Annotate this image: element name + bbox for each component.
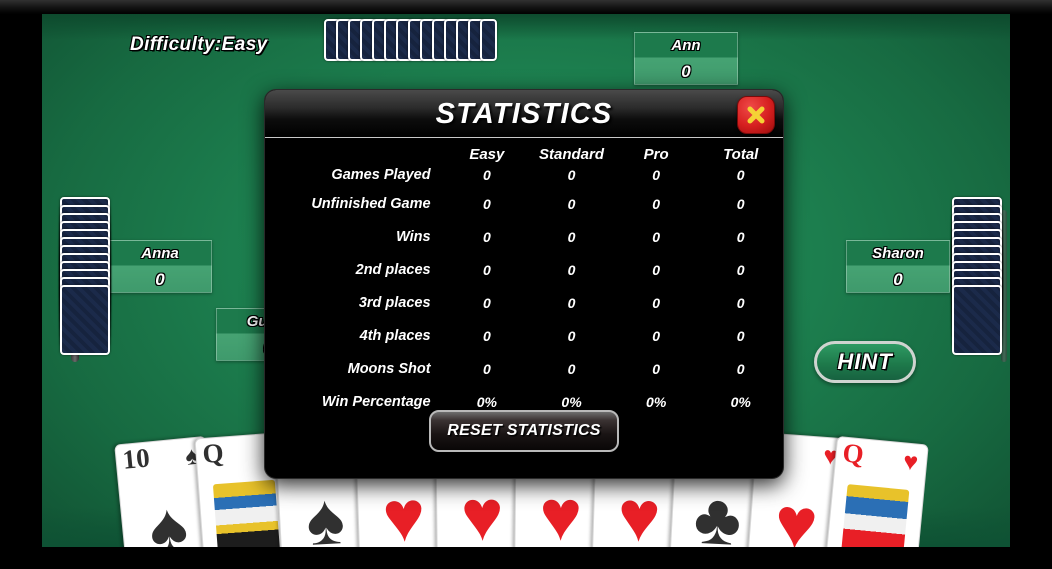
reset-statistics-button[interactable]: RESET STATISTICS: [429, 410, 619, 452]
player-score-value: 0: [893, 270, 903, 289]
statistics-table-body: Games Played 0 0 0 0 Unfinished Game 0 0 0 0 Wins 0…: [265, 163, 783, 418]
table-row: Games Played 0 0 0 0: [265, 163, 783, 187]
hint-button[interactable]: HINT: [814, 341, 916, 383]
table-cell: 0: [482, 294, 491, 311]
player-name-label: Ann: [671, 37, 701, 54]
reset-button-label: RESET STATISTICS: [447, 422, 601, 439]
table-row: 2nd places 0 0 0 0: [265, 253, 783, 286]
table-cell: 0: [567, 327, 576, 344]
player-score-value: 0: [155, 270, 165, 289]
table-cell: 0: [567, 261, 576, 278]
table-cell: 0: [567, 360, 576, 377]
playing-card[interactable]: Q ♥: [825, 435, 929, 547]
card-center-suit-icon: ♥: [616, 476, 662, 547]
dialog-titlebar: STATISTICS: [265, 90, 783, 138]
table-cell: 0: [652, 195, 661, 212]
table-cell: 0: [567, 228, 576, 245]
column-header-standard: Standard: [539, 146, 605, 163]
table-cell: 0: [652, 327, 661, 344]
table-cell: 0: [482, 327, 491, 344]
player-score-value: 0: [681, 62, 691, 81]
table-row: 4th places 0 0 0 0: [265, 319, 783, 352]
table-cell: 0: [567, 167, 576, 183]
column-header-pro: Pro: [643, 146, 669, 163]
card-back: [60, 285, 110, 355]
table-row: Wins 0 0 0 0: [265, 220, 783, 253]
table-cell: 0: [482, 261, 491, 278]
statistics-table-head: Easy Standard Pro Total: [265, 146, 783, 163]
card-center-suit-icon: ♥: [771, 482, 821, 547]
bezel-highlight: [0, 0, 1052, 14]
table-row: Unfinished Game 0 0 0 0: [265, 187, 783, 220]
card-center-suit-icon: ♣: [691, 478, 744, 547]
card-rank: Q: [841, 437, 866, 470]
table-cell: 0: [652, 167, 661, 183]
card-suit-icon: ♥: [901, 447, 920, 477]
row-label: 4th places: [359, 327, 431, 344]
close-icon[interactable]: [737, 96, 775, 134]
reset-button-container: RESET STATISTICS: [265, 410, 783, 452]
table-corner-cell: [265, 146, 445, 163]
row-label: Unfinished Game: [311, 195, 431, 212]
device-frame: Difficulty:Easy Ann 0 Anna 0 Sharon 0 Gu…: [0, 0, 1052, 569]
table-header-row: Easy Standard Pro Total: [265, 146, 783, 163]
row-label: Games Played: [331, 167, 431, 183]
column-header-total: Total: [723, 146, 759, 163]
table-cell: 0: [652, 228, 661, 245]
card-face-art: [212, 479, 282, 547]
difficulty-label: Difficulty:Easy: [130, 34, 268, 55]
table-row: 3rd places 0 0 0 0: [265, 286, 783, 319]
table-cell: 0: [736, 261, 745, 278]
table-cell: 0: [736, 195, 745, 212]
table-cell: 0: [652, 360, 661, 377]
table-cell: 0: [482, 228, 491, 245]
row-label: 3rd places: [358, 294, 431, 311]
row-label: 2nd places: [355, 261, 431, 278]
card-center-suit-icon: ♠: [145, 487, 192, 547]
column-header-easy: Easy: [469, 146, 505, 163]
right-card-stack[interactable]: [952, 197, 1002, 365]
statistics-table: Easy Standard Pro Total Games Played 0 0 0 0…: [265, 146, 783, 418]
hint-button-label: HINT: [837, 349, 893, 374]
card-center-suit-icon: ♥: [460, 475, 505, 547]
table-cell: 0: [567, 195, 576, 212]
player-score-ann: Ann 0: [634, 32, 738, 85]
table-cell: 0: [482, 167, 491, 183]
card-center-suit-icon: ♥: [538, 475, 583, 547]
table-cell: 0: [482, 195, 491, 212]
table-cell: 0: [736, 294, 745, 311]
table-cell: 0: [652, 261, 661, 278]
dialog-title: STATISTICS: [435, 98, 613, 130]
top-card-stack[interactable]: [324, 19, 574, 61]
table-cell: 0: [482, 360, 491, 377]
table-cell: 0: [736, 167, 745, 183]
table-cell: 0: [652, 294, 661, 311]
row-label: Moons Shot: [347, 360, 431, 377]
player-score-sharon: Sharon 0: [846, 240, 950, 293]
player-score-anna: Anna 0: [108, 240, 212, 293]
player-name-label: Sharon: [872, 245, 924, 262]
card-center-suit-icon: ♠: [304, 478, 347, 547]
player-name-label: Anna: [141, 245, 179, 262]
left-card-stack[interactable]: [60, 197, 110, 365]
card-back: [952, 285, 1002, 355]
statistics-dialog: STATISTICS Easy Standard Pro Total Games…: [264, 89, 784, 479]
card-back: [480, 19, 497, 61]
table-cell: 0: [736, 327, 745, 344]
table-cell: 0: [736, 228, 745, 245]
row-label: Wins: [396, 228, 431, 245]
table-cell: 0: [736, 360, 745, 377]
card-center-suit-icon: ♥: [381, 476, 427, 547]
card-face-art: [839, 484, 910, 547]
card-rank: 10: [121, 442, 151, 475]
table-row: Moons Shot 0 0 0 0: [265, 352, 783, 385]
card-rank: Q: [201, 437, 225, 469]
table-cell: 0: [567, 294, 576, 311]
